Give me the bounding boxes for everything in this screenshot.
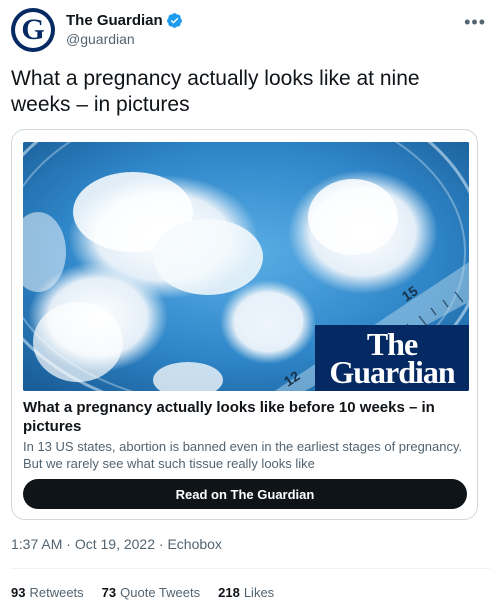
card-description: In 13 US states, abortion is banned even… (23, 439, 463, 471)
tweet-header: G The Guardian @guardian ••• (11, 8, 490, 54)
name-row: The Guardian (66, 12, 183, 29)
avatar[interactable]: G (11, 8, 55, 52)
tweet-text: What a pregnancy actually looks like at … (11, 67, 420, 116)
divider (11, 568, 490, 569)
retweets-stat[interactable]: 93 Retweets (11, 585, 84, 600)
link-card[interactable]: 15 12 The Guardian What a pregnancy actu (11, 129, 478, 520)
tweet-date[interactable]: Oct 19, 2022 (75, 536, 155, 552)
more-options-icon[interactable]: ••• (464, 13, 486, 31)
quotes-stat[interactable]: 73 Quote Tweets (102, 585, 200, 600)
read-on-guardian-button[interactable]: Read on The Guardian (23, 479, 467, 509)
quotes-count: 73 (101, 585, 117, 600)
guardian-logo: The Guardian (315, 325, 469, 391)
retweets-count: 93 (11, 585, 26, 600)
display-name[interactable]: The Guardian (66, 12, 163, 29)
retweets-label: Retweets (29, 585, 84, 600)
card-title[interactable]: What a pregnancy actually looks like bef… (23, 398, 469, 436)
verified-badge-icon (166, 12, 183, 29)
tweet-stats: 93 Retweets 73 Quote Tweets 218 Likes (11, 585, 292, 600)
likes-stat[interactable]: 218 Likes (218, 585, 274, 600)
card-image[interactable]: 15 12 The Guardian (23, 142, 469, 391)
likes-label: Likes (243, 585, 275, 600)
tweet-source: Echobox (167, 536, 222, 552)
guardian-logo-icon: G (15, 12, 51, 48)
quotes-label: Quote Tweets (120, 585, 201, 600)
handle[interactable]: @guardian (66, 31, 135, 47)
meta-separator: · (66, 536, 75, 552)
tweet-time[interactable]: 1:37 AM (11, 536, 62, 552)
tweet-meta: 1:37 AM · Oct 19, 2022 · Echobox (11, 536, 222, 552)
likes-count: 218 (218, 585, 240, 600)
